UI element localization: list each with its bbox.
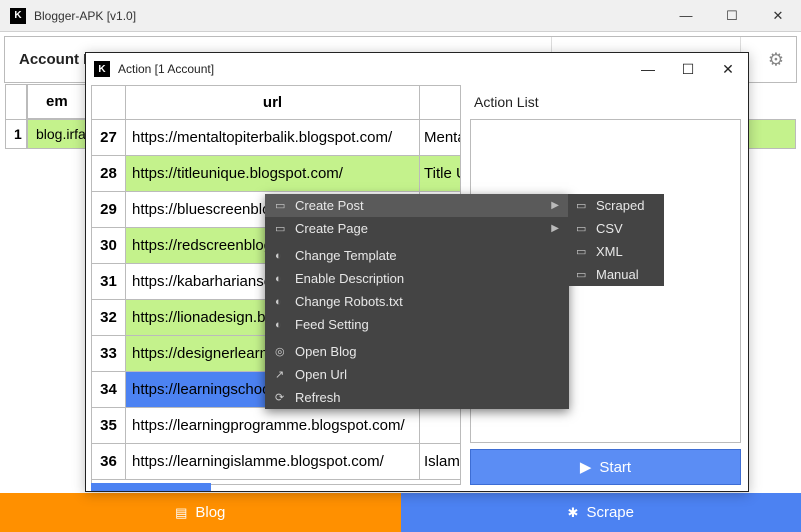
row-title bbox=[420, 408, 460, 443]
menu-label: Feed Setting bbox=[295, 317, 369, 332]
menu-label: Refresh bbox=[295, 390, 341, 405]
menu-label: Create Page bbox=[295, 221, 368, 236]
table-row[interactable]: 28https://titleunique.blogspot.com/Title… bbox=[92, 156, 460, 192]
menu-icon: ◐ bbox=[275, 296, 295, 308]
scrape-icon: ✱ bbox=[568, 505, 579, 521]
table-row[interactable]: 36https://learningislamme.blogspot.com/I… bbox=[92, 444, 460, 480]
modal-close-button[interactable]: ✕ bbox=[708, 53, 748, 85]
window-title: Blogger-APK [v1.0] bbox=[34, 9, 136, 23]
titlebar: K Blogger-APK [v1.0] — ☐ ✕ bbox=[0, 0, 801, 32]
menu-item[interactable]: ▭Create Post ▶ bbox=[265, 194, 569, 217]
row-url: https://learningprogramme.blogspot.com/ bbox=[126, 408, 420, 443]
row-index: 30 bbox=[92, 228, 126, 263]
chevron-right-icon: ▶ bbox=[551, 223, 559, 234]
menu-icon: ▭ bbox=[275, 222, 295, 235]
modal-logo-icon: K bbox=[94, 61, 110, 77]
tab-blog[interactable]: ▤ Blog bbox=[0, 493, 401, 532]
submenu-label: Manual bbox=[596, 267, 639, 282]
row-title: Menta bbox=[420, 120, 460, 155]
account-label: Account L bbox=[19, 51, 92, 68]
bg-header-spacer bbox=[5, 84, 27, 119]
menu-label: Change Robots.txt bbox=[295, 294, 403, 309]
start-label: Start bbox=[599, 459, 631, 476]
menu-icon: ◐ bbox=[275, 273, 295, 285]
menu-icon: ▭ bbox=[576, 199, 596, 212]
close-button[interactable]: ✕ bbox=[755, 0, 801, 32]
start-button[interactable]: ▶ Start bbox=[470, 449, 741, 485]
menu-icon: ◐ bbox=[275, 250, 295, 262]
submenu-label: CSV bbox=[596, 221, 623, 236]
menu-item[interactable]: ▭Create Page ▶ bbox=[265, 217, 569, 240]
table-row[interactable]: 35https://learningprogramme.blogspot.com… bbox=[92, 408, 460, 444]
menu-icon: ▭ bbox=[576, 245, 596, 258]
row-url: https://mentaltopiterbalik.blogspot.com/ bbox=[126, 120, 420, 155]
url-header-label: url bbox=[126, 86, 420, 119]
menu-item[interactable]: ◐Feed Setting bbox=[265, 313, 569, 336]
row-index: 36 bbox=[92, 444, 126, 479]
tab-scrape[interactable]: ✱ Scrape bbox=[401, 493, 801, 532]
gear-icon[interactable]: ⚙ bbox=[768, 49, 784, 70]
minimize-button[interactable]: — bbox=[663, 0, 709, 32]
menu-label: Open Blog bbox=[295, 344, 356, 359]
modal-minimize-button[interactable]: — bbox=[628, 53, 668, 85]
app-logo-icon: K bbox=[10, 8, 26, 24]
row-title: Islam bbox=[420, 444, 460, 479]
menu-label: Change Template bbox=[295, 248, 397, 263]
table-row[interactable]: 27https://mentaltopiterbalik.blogspot.co… bbox=[92, 120, 460, 156]
menu-item[interactable]: ◐Change Template bbox=[265, 244, 569, 267]
submenu-label: Scraped bbox=[596, 198, 644, 213]
submenu-label: XML bbox=[596, 244, 623, 259]
bottom-tabs: ▤ Blog ✱ Scrape bbox=[0, 493, 801, 532]
menu-label: Open Url bbox=[295, 367, 347, 382]
action-list-label: Action List bbox=[470, 85, 741, 119]
row-index: 28 bbox=[92, 156, 126, 191]
row-index: 29 bbox=[92, 192, 126, 227]
menu-label: Enable Description bbox=[295, 271, 404, 286]
menu-icon: ▭ bbox=[576, 222, 596, 235]
row-url: https://titleunique.blogspot.com/ bbox=[126, 156, 420, 191]
row-index: 31 bbox=[92, 264, 126, 299]
modal-titlebar: K Action [1 Account] — ☐ ✕ bbox=[86, 53, 748, 85]
menu-item[interactable]: ◐Enable Description bbox=[265, 267, 569, 290]
blog-icon: ▤ bbox=[175, 505, 187, 521]
modal-maximize-button[interactable]: ☐ bbox=[668, 53, 708, 85]
submenu-item[interactable]: ▭CSV bbox=[568, 217, 664, 240]
menu-icon: ◎ bbox=[275, 345, 295, 358]
row-index: 27 bbox=[92, 120, 126, 155]
submenu-item[interactable]: ▭XML bbox=[568, 240, 664, 263]
menu-icon: ▭ bbox=[275, 199, 295, 212]
maximize-button[interactable]: ☐ bbox=[709, 0, 755, 32]
row-index: 33 bbox=[92, 336, 126, 371]
bg-row-index: 1 bbox=[5, 119, 27, 149]
tab-scrape-label: Scrape bbox=[586, 504, 634, 521]
menu-item[interactable]: ◐Change Robots.txt bbox=[265, 290, 569, 313]
url-table-header: url bbox=[92, 86, 460, 120]
menu-icon: ⟳ bbox=[275, 391, 295, 404]
menu-icon: ↗ bbox=[275, 368, 295, 381]
modal-title: Action [1 Account] bbox=[118, 62, 214, 76]
tab-blog-label: Blog bbox=[195, 504, 225, 521]
play-icon: ▶ bbox=[580, 458, 592, 476]
row-index: 34 bbox=[92, 372, 126, 407]
menu-icon: ▭ bbox=[576, 268, 596, 281]
menu-item[interactable]: ↗Open Url bbox=[265, 363, 569, 386]
row-index: 35 bbox=[92, 408, 126, 443]
menu-item[interactable]: ⟳Refresh bbox=[265, 386, 569, 409]
horizontal-scrollbar[interactable] bbox=[91, 483, 211, 491]
row-index: 32 bbox=[92, 300, 126, 335]
row-title: Title U bbox=[420, 156, 460, 191]
context-submenu: ▭Scraped▭CSV▭XML▭Manual bbox=[568, 194, 664, 286]
chevron-right-icon: ▶ bbox=[551, 200, 559, 211]
context-menu: ▭Create Post▶▭Create Page▶◐Change Templa… bbox=[265, 194, 569, 409]
submenu-item[interactable]: ▭Scraped bbox=[568, 194, 664, 217]
window-controls: — ☐ ✕ bbox=[663, 0, 801, 32]
menu-item[interactable]: ◎Open Blog bbox=[265, 340, 569, 363]
submenu-item[interactable]: ▭Manual bbox=[568, 263, 664, 286]
menu-icon: ◐ bbox=[275, 319, 295, 331]
row-url: https://learningislamme.blogspot.com/ bbox=[126, 444, 420, 479]
bg-header-email: em bbox=[27, 84, 87, 119]
menu-label: Create Post bbox=[295, 198, 364, 213]
